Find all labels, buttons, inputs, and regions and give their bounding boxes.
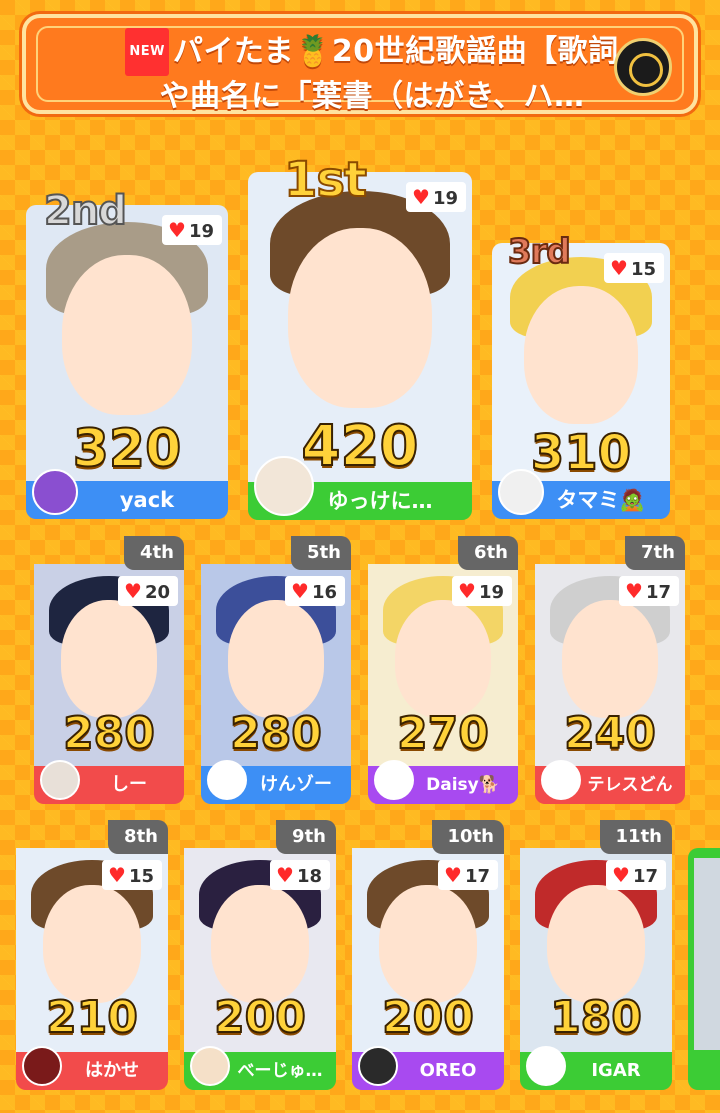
page-title: NEW パイたま🍍20世紀歌謡曲【歌詞や曲名に「葉書（はがき、ハ…: [112, 28, 632, 112]
avatar[interactable]: [526, 1046, 566, 1086]
character-face: [379, 884, 477, 1004]
ranking-card-8th[interactable]: 8th ♥ 15 210 はかせ: [16, 820, 168, 1090]
new-badge: NEW: [125, 28, 169, 76]
character-face: [562, 600, 658, 718]
rank-2nd-laurel: 2nd: [43, 187, 128, 235]
avatar[interactable]: [22, 1046, 62, 1086]
avatar[interactable]: [374, 760, 414, 800]
score: 280: [62, 707, 156, 760]
heart-icon: ♥: [124, 579, 142, 603]
score: 200: [381, 991, 475, 1044]
avatar[interactable]: [254, 456, 314, 516]
heart-icon: ♥: [168, 218, 186, 242]
character-portrait: [694, 858, 720, 1050]
ranking-card-partial[interactable]: [688, 848, 720, 1090]
avatar[interactable]: [190, 1046, 230, 1086]
score: 240: [563, 707, 657, 760]
like-count: ♥ 16: [285, 576, 345, 606]
rank-3rd-laurel: 3rd: [507, 231, 572, 273]
character-face: [211, 884, 309, 1004]
heart-icon: ♥: [412, 185, 430, 209]
rank-tag: 7th: [625, 536, 685, 570]
rank-tag: 8th: [108, 820, 168, 854]
score: 280: [229, 707, 323, 760]
like-count: ♥ 17: [619, 576, 679, 606]
character-face: [395, 600, 491, 718]
heart-icon: ♥: [612, 863, 630, 887]
ranking-card-6th[interactable]: 6th ♥ 19 270 Daisy🐕: [368, 536, 518, 804]
character-face: [524, 285, 638, 424]
ranking-card-10th[interactable]: 10th ♥ 17 200 OREO: [352, 820, 504, 1090]
heart-icon: ♥: [276, 863, 294, 887]
like-count: ♥ 15: [102, 860, 162, 890]
score: 200: [213, 991, 307, 1044]
ranking-card-2nd[interactable]: ♥ 19 320 yack: [26, 205, 228, 519]
avatar[interactable]: [541, 760, 581, 800]
avatar[interactable]: [40, 760, 80, 800]
rank-tag: 6th: [458, 536, 518, 570]
ranking-card-3rd[interactable]: ♥ 15 310 タマミ🧟: [492, 243, 670, 519]
rank-tag: 5th: [291, 536, 351, 570]
title-banner[interactable]: NEW パイたま🍍20世紀歌謡曲【歌詞や曲名に「葉書（はがき、ハ…: [22, 14, 698, 114]
character-face: [61, 600, 157, 718]
character-face: [62, 254, 192, 415]
score: 270: [396, 707, 490, 760]
ranking-card-11th[interactable]: 11th ♥ 17 180 IGAR: [520, 820, 672, 1090]
heart-icon: ♥: [458, 579, 476, 603]
score: 180: [549, 991, 643, 1044]
avatar[interactable]: [207, 760, 247, 800]
like-count: ♥ 17: [606, 860, 666, 890]
like-count: ♥ 18: [270, 860, 330, 890]
rank-tag: 4th: [124, 536, 184, 570]
ranking-card-1st[interactable]: ♥ 19 420 ゆっけに…: [248, 172, 472, 520]
avatar[interactable]: [32, 469, 78, 515]
rank-tag: 10th: [431, 820, 504, 854]
rank-tag: 9th: [276, 820, 336, 854]
heart-icon: ♥: [291, 579, 309, 603]
heart-icon: ♥: [444, 863, 462, 887]
heart-icon: ♥: [108, 863, 126, 887]
like-count: ♥ 15: [604, 253, 664, 283]
rank-tag: 11th: [599, 820, 672, 854]
avatar[interactable]: [498, 469, 544, 515]
like-count: ♥ 17: [438, 860, 498, 890]
character-face: [43, 884, 141, 1004]
ranking-card-7th[interactable]: 7th ♥ 17 240 テレスどん: [535, 536, 685, 804]
like-count: ♥ 19: [452, 576, 512, 606]
ranking-card-9th[interactable]: 9th ♥ 18 200 べーじゅ…: [184, 820, 336, 1090]
crest-icon[interactable]: [614, 38, 672, 96]
like-count: ♥ 19: [162, 215, 222, 245]
title-text: パイたま🍍20世紀歌謡曲【歌詞や曲名に「葉書（はがき、ハ…: [159, 34, 619, 112]
character-face: [547, 884, 645, 1004]
like-count: ♥ 19: [406, 182, 466, 212]
heart-icon: ♥: [625, 579, 643, 603]
like-count: ♥ 20: [118, 576, 178, 606]
heart-icon: ♥: [610, 256, 628, 280]
score: 210: [45, 991, 139, 1044]
ranking-card-5th[interactable]: 5th ♥ 16 280 けんゾー: [201, 536, 351, 804]
avatar[interactable]: [358, 1046, 398, 1086]
character-face: [288, 227, 432, 408]
character-face: [228, 600, 324, 718]
rank-1st-laurel: 1st: [283, 151, 368, 209]
ranking-card-4th[interactable]: 4th ♥ 20 280 しー: [34, 536, 184, 804]
